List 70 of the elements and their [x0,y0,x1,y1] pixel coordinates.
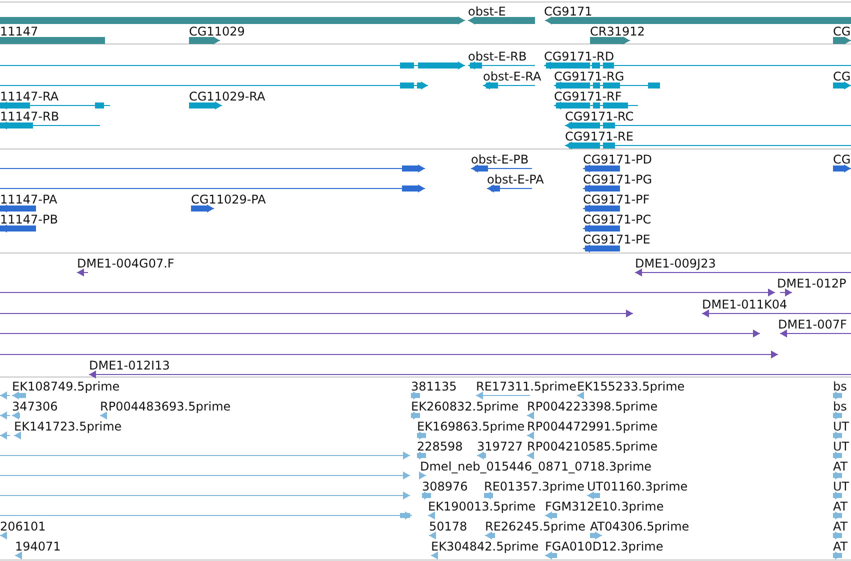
feature-label: UT01160.3prime [587,480,688,494]
feature-label: 194071 [15,540,61,554]
feature-label: EK190013.5prime [428,500,536,514]
feature-label: CG9171-PG [583,172,652,186]
feature-label: 11147-RA [0,90,59,104]
feature-label: RP004483693.5prime [100,400,231,414]
feature-label: CG [833,24,851,38]
feature-label: CG [833,152,851,166]
feature-label: UT [833,420,850,434]
feature-label: EK141723.5prime [14,420,122,434]
feature-label: CG9171 [544,4,592,18]
feature-label: RE17311.5prime [476,380,576,394]
feature-label: 50178 [429,520,468,534]
feature-label: EK169863.5prime [417,420,525,434]
feature-label: 11147-RB [0,110,60,124]
feature-label: RP004472991.5prime [527,420,658,434]
feature-label: obst-E [468,4,506,18]
feature-label: CG11029-PA [191,192,266,206]
feature-label: UT [833,480,850,494]
feature-label: RE01357.3prime [484,480,584,494]
feature-label: 11147-PB [0,212,58,226]
feature-label: 308976 [422,480,468,494]
feature-label: RP004210585.5prime [527,440,658,454]
feature-label: 206101 [0,520,46,534]
feature-label: CG9171-RG [554,70,624,84]
feature-label: CG11029-RA [189,90,266,104]
feature-label: CG11029 [189,24,245,38]
feature-label: FGA010D12.3prime [545,540,664,554]
feature-label: Dmel_neb_015446_0871_0718.3prime [420,460,652,474]
feature-label: AT [833,520,848,534]
feature-label: obst-E-RA [483,70,542,84]
feature-label: CG9171-RC [565,110,634,124]
feature-label: 381135 [411,380,457,394]
feature-label: bs [833,380,847,394]
feature-label: EK260832.5prime [411,400,519,414]
feature-label: 11147-PA [0,192,58,206]
feature-label: 11147 [0,24,38,38]
feature-label: obst-E-PA [487,172,544,186]
feature-label: DME1-012P [777,276,846,290]
feature-label: RE26245.5prime [485,520,586,534]
feature-label: CG9171-RD [544,50,614,64]
feature-label: CG9171-PF [583,192,650,206]
feature-label: DME1-004G07.F [77,256,174,270]
feature-label: DME1-012I13 [89,358,170,372]
feature-label: CG [833,70,851,84]
feature-label: UT [833,440,850,454]
feature-label: DME1-011K04 [702,298,788,312]
feature-label: 228598 [417,440,463,454]
feature-label: RP004223398.5prime [527,400,658,414]
feature-label: 347306 [12,400,58,414]
feature-label: DME1-007F [778,318,847,332]
feature-label: CG9171-PD [583,152,652,166]
feature-label: CG9171-RE [565,130,634,144]
feature-label: CG9171-PE [583,232,650,246]
feature-label: CG9171-PC [583,212,652,226]
feature-label: bs [833,400,847,414]
feature-label: CG9171-RF [554,90,622,104]
feature-label: DME1-009J23 [635,256,716,270]
feature-label: obst-E-RB [468,50,527,64]
feature-label: FGM312E10.3prime [545,500,664,514]
feature-label: 319727 [477,440,523,454]
feature-label: CR31912 [590,24,645,38]
feature-label: EK108749.5prime [12,380,120,394]
feature-label: AT [833,540,848,554]
feature-label: AT [833,460,848,474]
feature-label: AT04306.5prime [590,520,690,534]
feature-label: EK304842.5prime [431,540,539,554]
feature-label: obst-E-PB [471,152,529,166]
feature-label: AT [833,500,848,514]
feature-label: EK155233.5prime [577,380,685,394]
